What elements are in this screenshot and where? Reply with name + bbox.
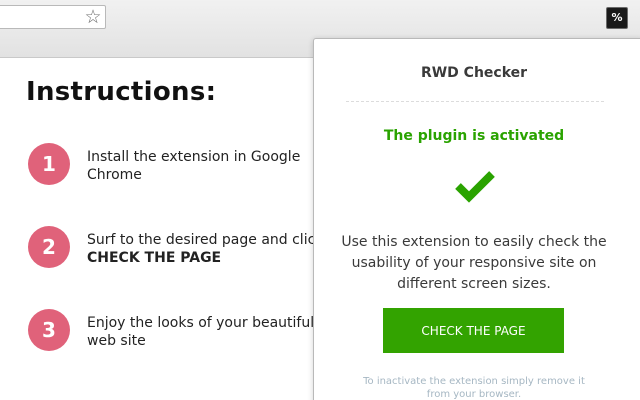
check-the-page-button[interactable]: CHECK THE PAGE [383,308,564,353]
step-number-badge: 2 [28,226,70,268]
rwd-checker-extension-icon[interactable]: % [606,7,628,29]
instructions-title: Instructions: [26,77,217,107]
popup-divider [346,101,604,102]
step-number-badge: 1 [28,143,70,185]
step-text-plain: Surf to the desired page and click [87,232,324,248]
step-1: 1 Install the extension in Google Chrome [28,143,318,187]
step-text: Enjoy the looks of your beautiful web si… [87,315,315,349]
popup-title: RWD Checker [420,65,528,81]
step-text: Install the extension in Google Chrome [87,149,301,183]
popup-description: Use this extension to easily check the u… [341,234,607,292]
status-message: The plugin is activated [383,128,565,144]
step-text-bold: CHECK THE PAGE [87,250,222,266]
step-2: 2 Surf to the desired page and click CHE… [28,226,323,270]
step-3: 3 Enjoy the looks of your beautiful web … [28,309,318,353]
popup-footnote: To inactivate the extension simply remov… [363,376,585,400]
checkmark-icon [455,171,495,203]
step-text: Surf to the desired page and click CHECK… [87,231,327,267]
step-number-badge: 3 [28,309,70,351]
address-bar[interactable]: ☆ [0,5,106,29]
extension-popup: RWD Checker The plugin is activated Use … [313,38,640,400]
star-icon[interactable]: ☆ [83,6,103,28]
